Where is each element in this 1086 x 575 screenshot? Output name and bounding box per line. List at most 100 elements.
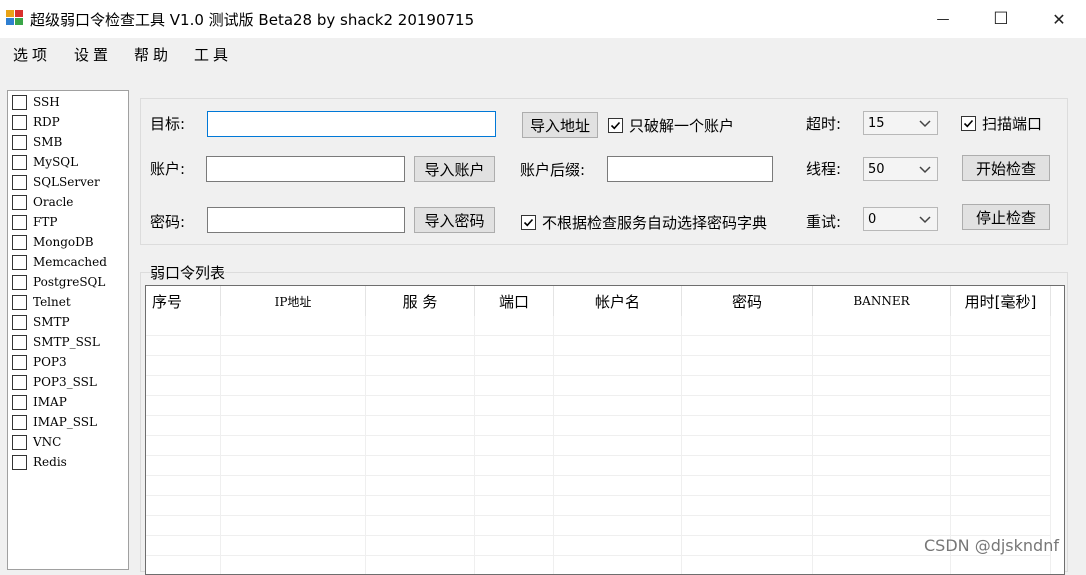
- service-item-memcached[interactable]: Memcached: [12, 252, 107, 272]
- stop-check-button[interactable]: 停止检查: [962, 204, 1050, 230]
- column-header-ip[interactable]: IP地址: [221, 286, 366, 316]
- service-item-pop3_ssl[interactable]: POP3_SSL: [12, 372, 97, 392]
- retry-select[interactable]: 0: [863, 207, 938, 231]
- grid-line: [146, 475, 1051, 476]
- title-bar: 超级弱口令检查工具 V1.0 测试版 Beta28 by shack2 2019…: [0, 0, 1086, 38]
- timeout-select[interactable]: 15: [863, 111, 938, 135]
- column-header-time[interactable]: 用时[毫秒]: [951, 286, 1051, 316]
- menu-tools[interactable]: 工具: [194, 44, 232, 65]
- service-label: Redis: [33, 455, 67, 469]
- service-item-smtp[interactable]: SMTP: [12, 312, 70, 332]
- account-suffix-input[interactable]: [607, 156, 773, 182]
- service-label: Oracle: [33, 195, 74, 209]
- service-label: POP3_SSL: [33, 375, 97, 389]
- chevron-down-icon: [919, 166, 931, 174]
- service-item-rdp[interactable]: RDP: [12, 112, 60, 132]
- service-item-imap[interactable]: IMAP: [12, 392, 67, 412]
- auto-dict-label: 不根据检查服务自动选择密码字典: [542, 214, 768, 232]
- menu-options[interactable]: 选项: [13, 44, 51, 65]
- checkbox-icon: [12, 214, 27, 230]
- service-item-redis[interactable]: Redis: [12, 452, 67, 472]
- scan-port-checkbox[interactable]: 扫描端口: [961, 113, 1042, 134]
- results-group-title: 弱口令列表: [150, 262, 226, 283]
- service-label: POP3: [33, 355, 67, 369]
- service-label: IMAP_SSL: [33, 415, 97, 429]
- target-label: 目标:: [150, 115, 186, 133]
- grid-line: [146, 415, 1051, 416]
- chevron-down-icon: [919, 216, 931, 224]
- checkbox-icon: [12, 174, 27, 190]
- checkbox-icon: [12, 334, 27, 350]
- service-label: MongoDB: [33, 235, 94, 249]
- service-item-smb[interactable]: SMB: [12, 132, 62, 152]
- scan-port-label: 扫描端口: [982, 115, 1043, 133]
- timeout-value: 15: [868, 115, 885, 131]
- service-checklist: SSH RDP SMB MySQL SQLServer Oracle FTP MongoDB M…: [7, 90, 129, 570]
- service-item-postgresql[interactable]: PostgreSQL: [12, 272, 105, 292]
- account-label: 账户:: [150, 160, 186, 178]
- window-title: 超级弱口令检查工具 V1.0 测试版 Beta28 by shack2 2019…: [30, 11, 475, 29]
- column-header-password[interactable]: 密码: [682, 286, 813, 316]
- threads-select[interactable]: 50: [863, 157, 938, 181]
- grid-line: [146, 395, 1051, 396]
- account-suffix-label: 账户后缀:: [520, 161, 586, 179]
- grid-line: [146, 495, 1051, 496]
- checkbox-icon: [12, 274, 27, 290]
- checkbox-icon: [12, 414, 27, 430]
- checkbox-icon: [12, 114, 27, 130]
- menu-help[interactable]: 帮助: [134, 44, 172, 65]
- service-item-vnc[interactable]: VNC: [12, 432, 61, 452]
- service-item-telnet[interactable]: Telnet: [12, 292, 71, 312]
- service-item-ssh[interactable]: SSH: [12, 92, 60, 112]
- service-item-oracle[interactable]: Oracle: [12, 192, 73, 212]
- service-label: VNC: [33, 435, 62, 449]
- service-label: RDP: [33, 115, 60, 129]
- checkbox-icon: [12, 294, 27, 310]
- threads-value: 50: [868, 161, 885, 177]
- service-label: IMAP: [33, 395, 67, 409]
- target-input[interactable]: [207, 111, 496, 137]
- service-item-sqlserver[interactable]: SQLServer: [12, 172, 100, 192]
- column-header-index[interactable]: 序号: [146, 286, 221, 316]
- chevron-down-icon: [919, 120, 931, 128]
- service-item-ftp[interactable]: FTP: [12, 212, 57, 232]
- service-label: Memcached: [33, 255, 107, 269]
- results-table[interactable]: 序号 IP地址 服 务 端口 帐户名 密码 BANNER 用时[毫秒]: [145, 285, 1065, 575]
- import-address-button[interactable]: 导入地址: [522, 112, 598, 138]
- column-header-account[interactable]: 帐户名: [554, 286, 682, 316]
- grid-line: [146, 435, 1051, 436]
- minimize-button[interactable]: —: [914, 0, 972, 38]
- password-label: 密码:: [150, 213, 186, 231]
- start-check-button[interactable]: 开始检查: [962, 155, 1050, 181]
- import-password-button[interactable]: 导入密码: [414, 207, 495, 233]
- auto-dict-checkbox[interactable]: 不根据检查服务自动选择密码字典: [521, 212, 767, 233]
- service-item-imap_ssl[interactable]: IMAP_SSL: [12, 412, 97, 432]
- close-button[interactable]: ✕: [1030, 0, 1086, 38]
- service-item-pop3[interactable]: POP3: [12, 352, 67, 372]
- service-label: SQLServer: [33, 175, 100, 189]
- crack-one-account-checkbox[interactable]: 只破解一个账户: [608, 115, 734, 136]
- column-header-banner[interactable]: BANNER: [813, 286, 951, 316]
- checkbox-icon: [12, 434, 27, 450]
- service-label: PostgreSQL: [33, 275, 106, 289]
- checkbox-icon: [12, 314, 27, 330]
- maximize-button[interactable]: ☐: [972, 0, 1030, 38]
- service-item-mongodb[interactable]: MongoDB: [12, 232, 94, 252]
- service-item-mysql[interactable]: MySQL: [12, 152, 78, 172]
- grid-line: [146, 335, 1051, 336]
- column-header-service[interactable]: 服 务: [366, 286, 475, 316]
- service-label: SMB: [33, 135, 63, 149]
- timeout-label: 超时:: [806, 115, 842, 133]
- retry-value: 0: [868, 211, 877, 227]
- service-item-smtp_ssl[interactable]: SMTP_SSL: [12, 332, 100, 352]
- menu-settings[interactable]: 设置: [74, 44, 112, 65]
- retry-label: 重试:: [806, 213, 842, 231]
- checkbox-icon: [12, 94, 27, 110]
- checkbox-icon: [12, 394, 27, 410]
- minimize-icon: —: [936, 11, 950, 27]
- password-input[interactable]: [207, 207, 405, 233]
- column-header-port[interactable]: 端口: [475, 286, 554, 316]
- account-input[interactable]: [206, 156, 405, 182]
- checkbox-icon: [12, 354, 27, 370]
- import-account-button[interactable]: 导入账户: [414, 156, 495, 182]
